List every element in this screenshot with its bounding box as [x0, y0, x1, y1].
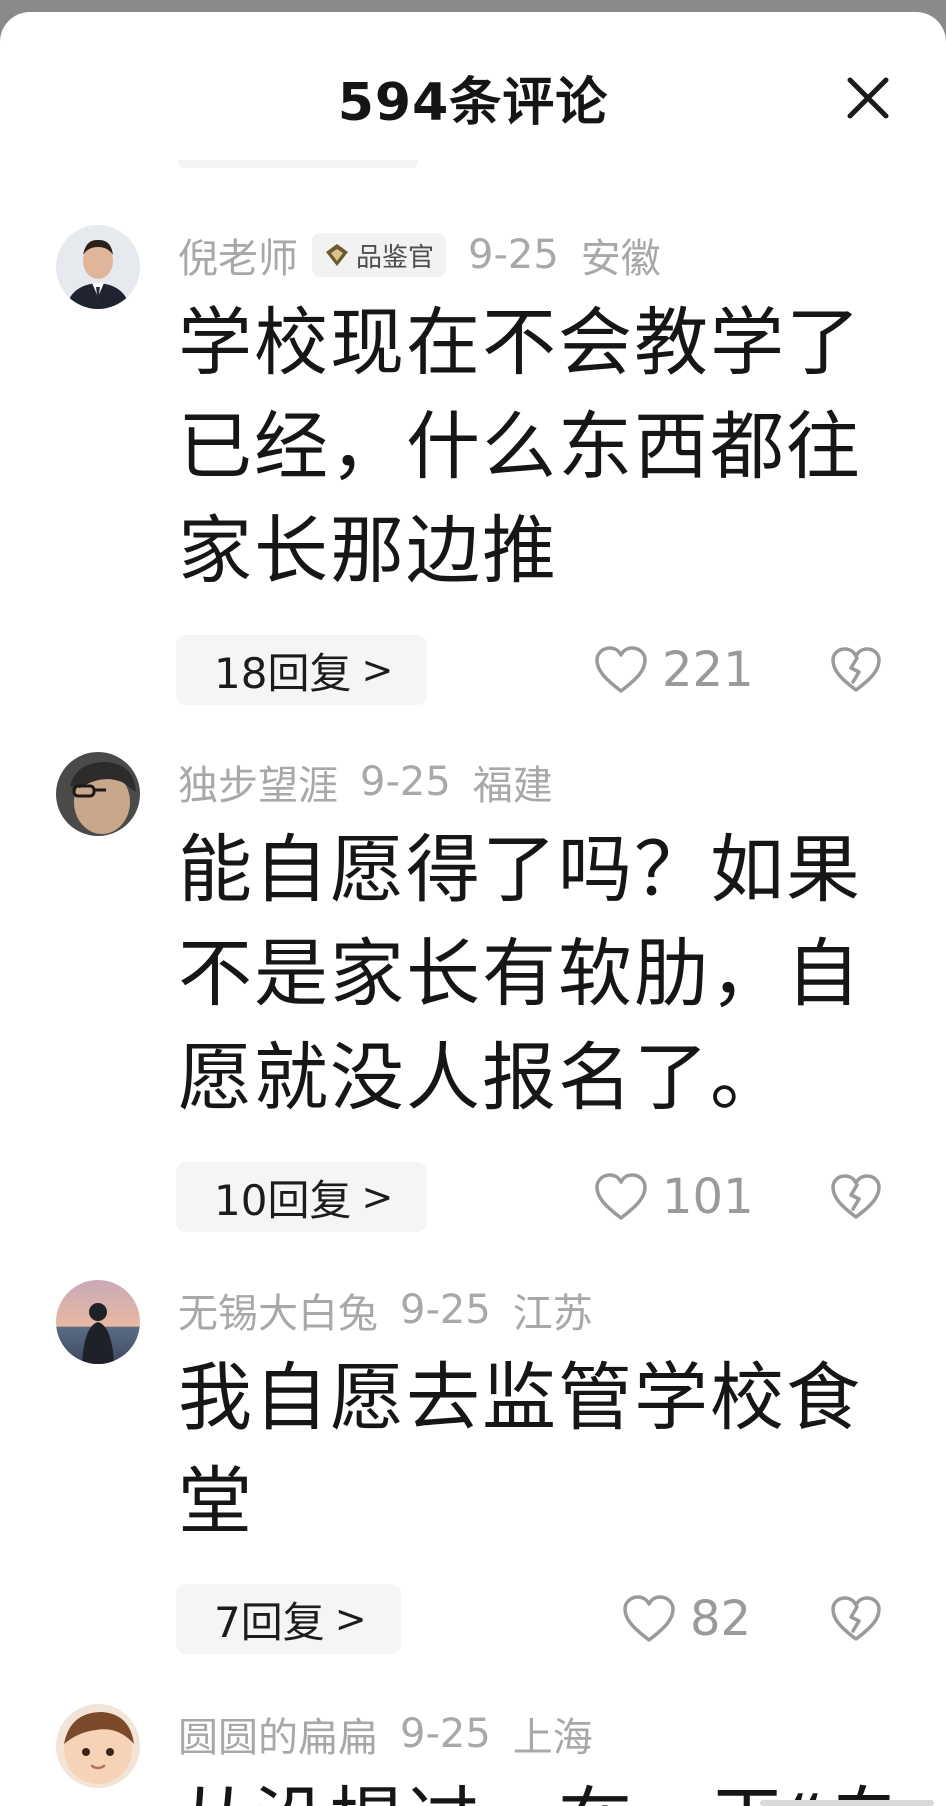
dislike-button[interactable] [830, 1595, 882, 1647]
chevron-right-icon: > [334, 1597, 367, 1641]
avatar[interactable] [56, 1704, 140, 1788]
like-button[interactable]: 82 [622, 1584, 751, 1654]
comment-item: 圆圆的扁扁 9-25 上海 从没提过一在一干“自 [0, 1704, 946, 1806]
avatar[interactable] [56, 225, 140, 309]
chevron-right-icon: > [361, 1175, 394, 1219]
comment-location: 安徽 [580, 236, 661, 282]
comment-date: 9-25 [400, 1711, 491, 1757]
comment-item: 倪老师 品鉴官 9-25 安徽 学校现在不会教学了已经，什么东西都往家长那边推 … [0, 225, 946, 725]
comment-date: 9-25 [468, 232, 559, 278]
like-button[interactable]: 101 [594, 1162, 754, 1232]
username[interactable]: 无锡大白兔 [178, 1281, 378, 1339]
dislike-button[interactable] [830, 1173, 882, 1225]
broken-heart-icon [831, 1596, 881, 1641]
heart-outline-icon [595, 646, 647, 693]
home-indicator [760, 1800, 934, 1806]
avatar-image [56, 225, 140, 309]
comment-location: 江苏 [512, 1291, 593, 1337]
view-replies-button[interactable]: 10回复 > [176, 1162, 428, 1232]
like-button[interactable]: 221 [594, 635, 754, 705]
comment-meta: 圆圆的扁扁 9-25 上海 [178, 1704, 593, 1764]
avatar[interactable] [56, 1280, 140, 1364]
comments-sheet: 594条评论 倪老师 品鉴官 9-25 安徽 学校现在不会教学了已经，什么东西都… [0, 12, 946, 1806]
comment-location: 上海 [512, 1715, 593, 1761]
heart-outline-icon [595, 1173, 647, 1220]
like-count: 221 [662, 642, 754, 698]
dislike-button[interactable] [830, 646, 882, 698]
comment-meta: 倪老师 品鉴官 9-25 安徽 [178, 225, 661, 285]
badge-label: 品鉴官 [356, 242, 435, 273]
avatar-image [56, 752, 140, 836]
username[interactable]: 独步望涯 [178, 753, 338, 811]
comments-header: 594条评论 [0, 12, 946, 162]
broken-heart-icon [831, 1174, 881, 1219]
close-button[interactable] [842, 72, 894, 124]
like-count: 101 [662, 1169, 754, 1225]
avatar-image [56, 1280, 140, 1364]
diamond-badge-icon [326, 244, 348, 266]
comment-text: 能自愿得了吗？如果不是家长有软肋，自愿就没人报名了。 [178, 827, 862, 1121]
comment-meta: 无锡大白兔 9-25 江苏 [178, 1280, 593, 1340]
user-badge: 品鉴官 [312, 233, 447, 277]
previous-item-edge [178, 160, 418, 168]
comment-text: 我自愿去监管学校食堂 [178, 1355, 862, 1545]
chevron-right-icon: > [361, 648, 394, 692]
reply-count: 7回复 [214, 1597, 325, 1647]
close-icon [847, 77, 889, 119]
avatar[interactable] [56, 752, 140, 836]
reply-count: 18回复 [214, 648, 352, 698]
like-count: 82 [690, 1591, 752, 1647]
avatar-image [56, 1704, 140, 1788]
comment-text: 学校现在不会教学了已经，什么东西都往家长那边推 [178, 300, 862, 594]
comment-item: 独步望涯 9-25 福建 能自愿得了吗？如果不是家长有软肋，自愿就没人报名了。 … [0, 752, 946, 1252]
comment-date: 9-25 [400, 1287, 491, 1333]
username[interactable]: 倪老师 [178, 226, 298, 284]
comment-meta: 独步望涯 9-25 福建 [178, 752, 553, 812]
broken-heart-icon [831, 647, 881, 692]
view-replies-button[interactable]: 7回复 > [176, 1584, 401, 1654]
comment-item: 无锡大白兔 9-25 江苏 我自愿去监管学校食堂 7回复 > 82 [0, 1280, 946, 1680]
heart-outline-icon [623, 1595, 675, 1642]
username[interactable]: 圆圆的扁扁 [178, 1705, 378, 1763]
view-replies-button[interactable]: 18回复 > [176, 635, 428, 705]
comments-title: 594条评论 [337, 73, 609, 133]
reply-count: 10回复 [214, 1175, 352, 1225]
comment-location: 福建 [472, 763, 553, 809]
comment-date: 9-25 [360, 759, 451, 805]
